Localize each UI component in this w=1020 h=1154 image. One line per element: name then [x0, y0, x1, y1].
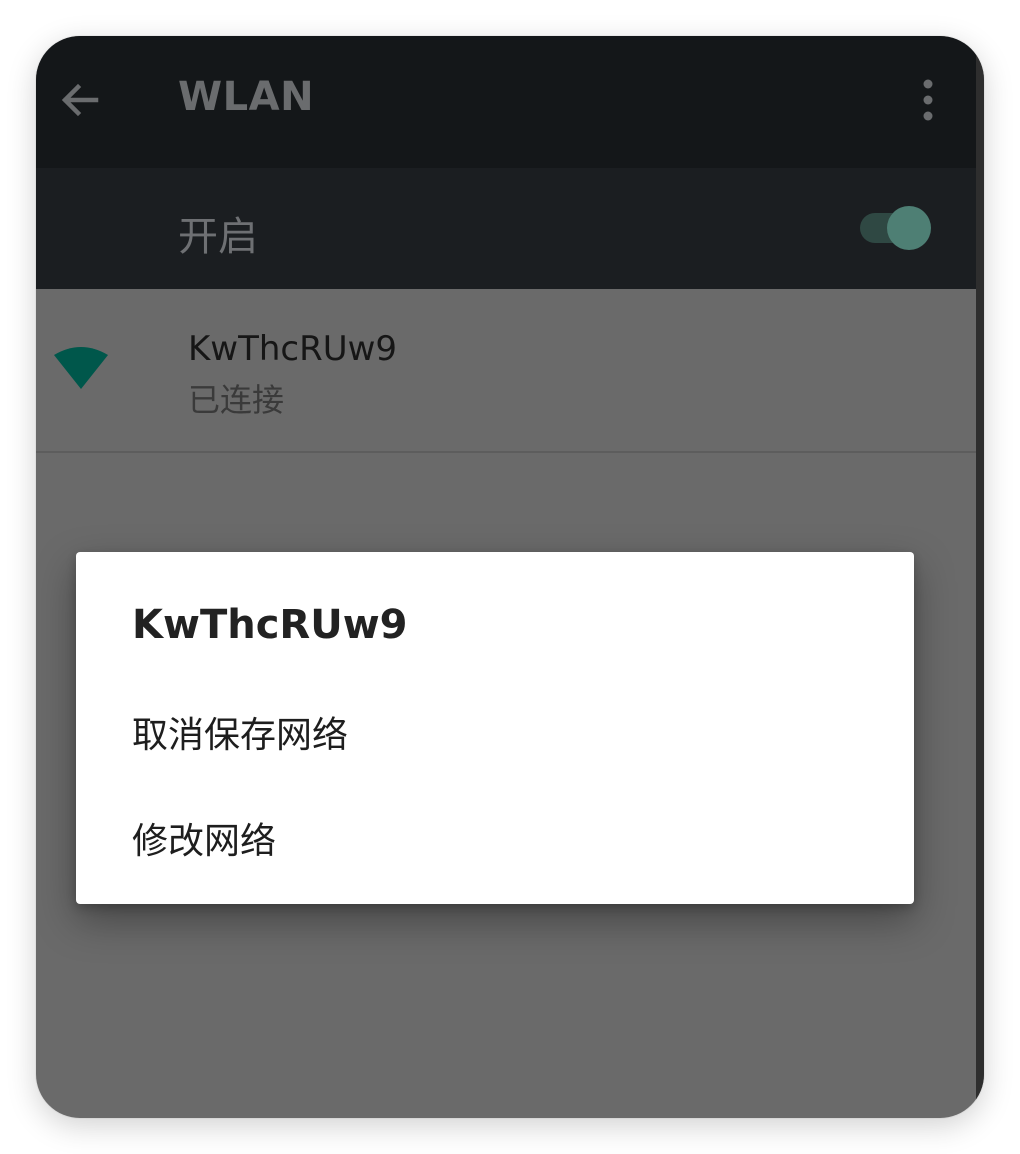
scrim-edge: [976, 36, 984, 1118]
network-name: KwThcRUw9: [188, 329, 398, 369]
wifi-signal-icon: [52, 345, 110, 393]
modify-network-option[interactable]: 修改网络: [76, 786, 914, 882]
wlan-switch-bar[interactable]: 开启: [36, 168, 976, 289]
forget-network-label: 取消保存网络: [132, 715, 349, 756]
page-title: WLAN: [178, 74, 315, 120]
back-button[interactable]: [56, 76, 104, 124]
more-vert-icon: [923, 79, 933, 121]
modify-network-label: 修改网络: [132, 821, 277, 862]
more-options-button[interactable]: [908, 76, 948, 124]
network-options-dialog: KwThcRUw9 取消保存网络 修改网络: [76, 552, 914, 904]
arrow-left-icon: [61, 83, 99, 117]
wlan-toggle[interactable]: [858, 202, 934, 252]
dialog-title: KwThcRUw9: [132, 602, 408, 648]
toggle-thumb: [887, 206, 931, 250]
forget-network-option[interactable]: 取消保存网络: [76, 680, 914, 776]
network-list-item[interactable]: KwThcRUw9 已连接: [36, 289, 976, 453]
device-screen: WLAN 开启 KwThcRUw9 已连接 KwThcRUw9 取消保存网络 修…: [36, 36, 984, 1118]
wlan-switch-label: 开启: [178, 214, 258, 260]
app-bar: WLAN: [36, 36, 976, 168]
network-status: 已连接: [188, 381, 285, 419]
